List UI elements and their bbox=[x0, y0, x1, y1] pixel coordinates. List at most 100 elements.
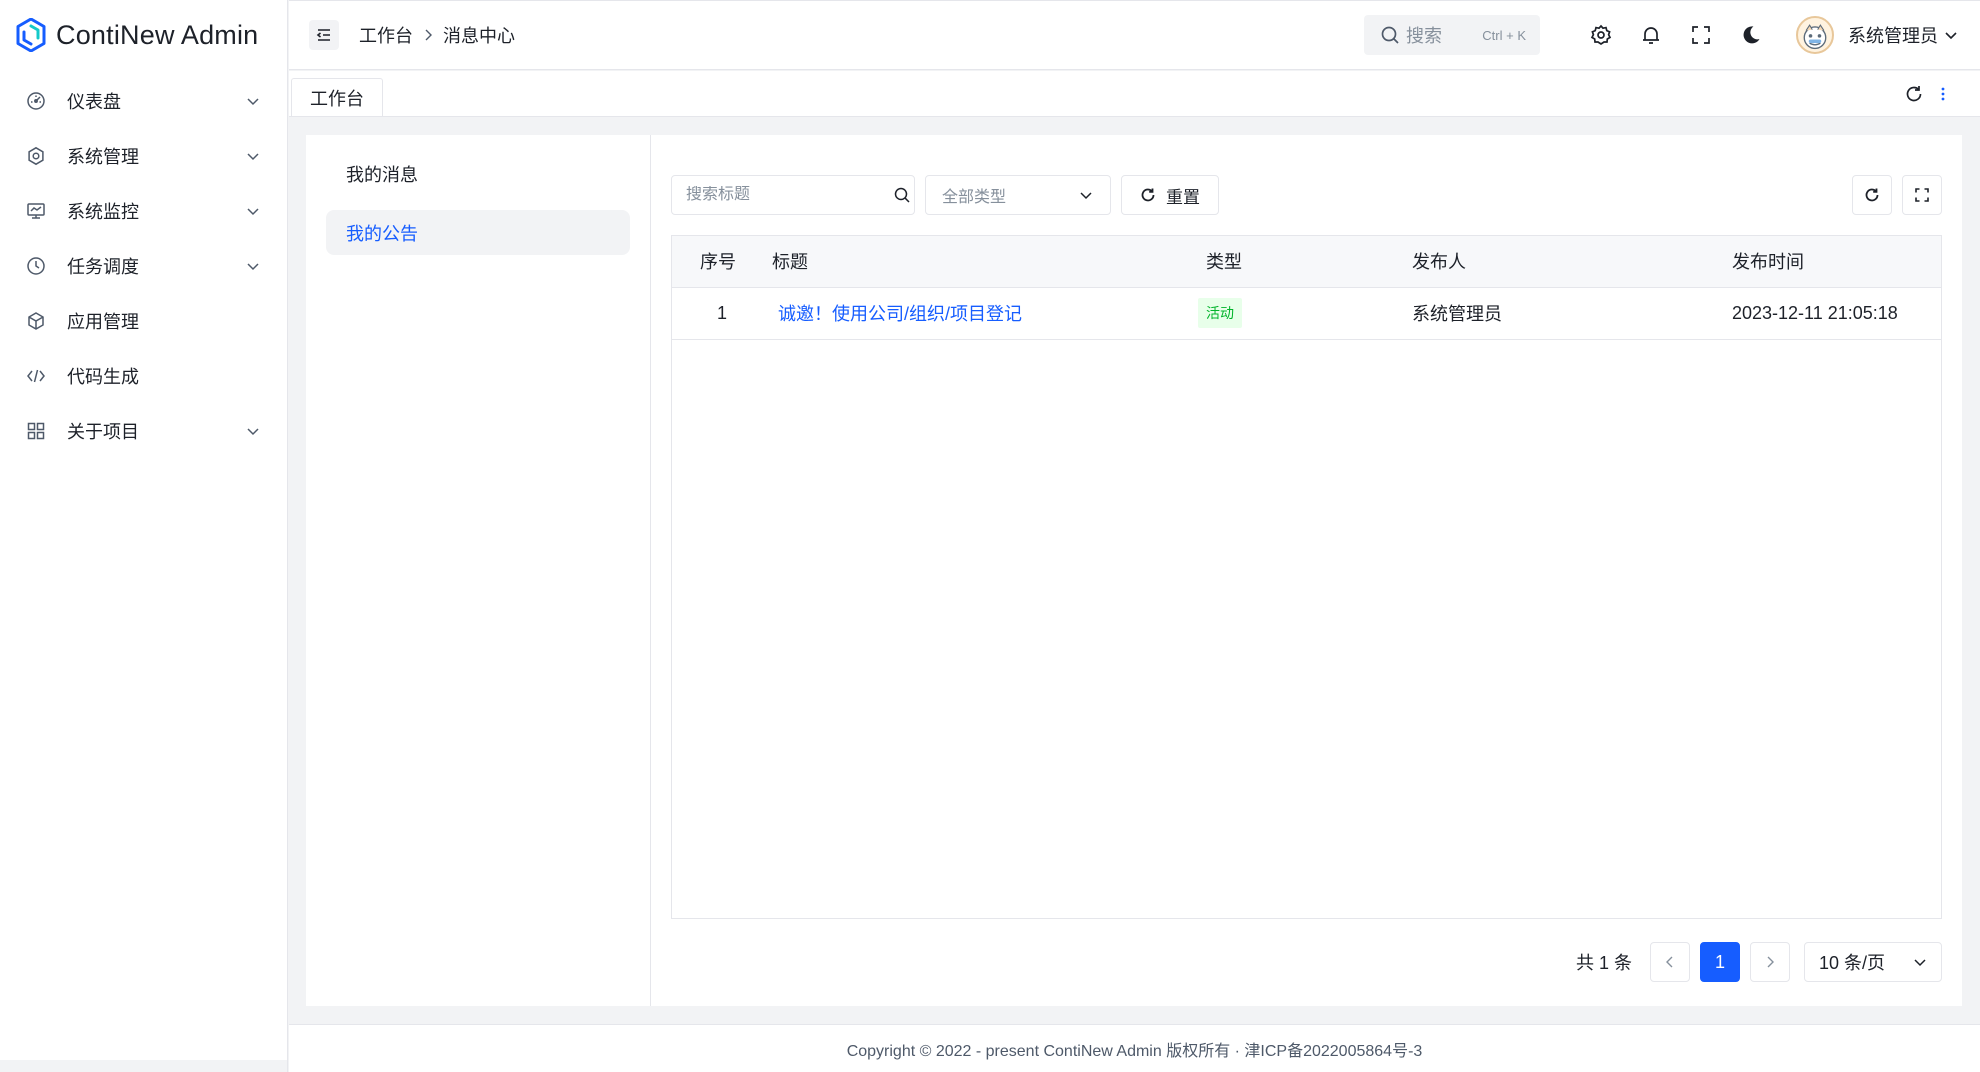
chevron-down-icon bbox=[245, 258, 261, 274]
clock-icon bbox=[26, 256, 46, 276]
tab-actions bbox=[1904, 71, 1980, 116]
top-header: 工作台 消息中心 搜索 Ctrl + K 系统管理员 bbox=[289, 0, 1980, 70]
breadcrumb: 工作台 消息中心 bbox=[359, 22, 515, 48]
user-avatar[interactable] bbox=[1796, 16, 1834, 54]
global-search-button[interactable]: 搜索 Ctrl + K bbox=[1364, 15, 1540, 55]
chevron-down-icon bbox=[245, 93, 261, 109]
table-row: 1 诚邀！使用公司/组织/项目登记 活动 系统管理员 2023-12-11 21… bbox=[672, 287, 1941, 340]
fullscreen-icon[interactable] bbox=[1690, 24, 1712, 46]
cell-publisher: 系统管理员 bbox=[1412, 287, 1732, 340]
app-logo[interactable]: ContiNew Admin bbox=[0, 0, 287, 70]
header-actions: 搜索 Ctrl + K 系统管理员 bbox=[1364, 1, 1980, 69]
sidebar-item-system[interactable]: 系统管理 bbox=[0, 128, 287, 183]
type-select-placeholder: 全部类型 bbox=[942, 189, 1007, 206]
sidebar-item-label: 关于项目 bbox=[67, 421, 139, 442]
refresh-icon[interactable] bbox=[1904, 84, 1924, 104]
more-vertical-icon[interactable] bbox=[1936, 84, 1950, 104]
collapse-sidebar-button[interactable] bbox=[309, 20, 339, 50]
type-select[interactable]: 全部类型 bbox=[925, 175, 1111, 215]
sidebar-item-label: 应用管理 bbox=[67, 311, 139, 332]
moon-icon[interactable] bbox=[1740, 24, 1762, 46]
sidebar-item-monitor[interactable]: 系统监控 bbox=[0, 183, 287, 238]
nav-item-label: 我的消息 bbox=[346, 164, 418, 185]
notice-list-panel: 全部类型 重置 bbox=[651, 135, 1962, 1006]
notice-table: 序号 标题 类型 发布人 发布时间 1 诚邀！使用公司/组织/项目登记 活动 系… bbox=[671, 235, 1942, 919]
breadcrumb-item-message-center: 消息中心 bbox=[443, 26, 515, 46]
type-badge: 活动 bbox=[1198, 298, 1242, 328]
sidebar-menu: 仪表盘 系统管理 系统监控 任务调度 应用管理 代码生成 关于项目 bbox=[0, 73, 287, 458]
column-header-title: 标题 bbox=[772, 236, 1206, 288]
cube-icon bbox=[26, 311, 46, 331]
notice-title-link[interactable]: 诚邀！使用公司/组织/项目登记 bbox=[772, 304, 1022, 324]
column-header-published-at: 发布时间 bbox=[1732, 236, 1941, 288]
chevron-down-icon bbox=[245, 203, 261, 219]
monitor-icon bbox=[26, 201, 46, 221]
search-shortcut: Ctrl + K bbox=[1482, 27, 1526, 43]
chevron-right-icon bbox=[421, 28, 435, 42]
chevron-down-icon[interactable] bbox=[1944, 28, 1958, 42]
menu-fold-icon bbox=[315, 26, 333, 44]
sidebar-item-label: 代码生成 bbox=[67, 366, 139, 387]
page-size-label: 10 条/页 bbox=[1819, 953, 1886, 973]
prev-page-button[interactable] bbox=[1650, 942, 1690, 982]
refresh-icon bbox=[1864, 187, 1880, 203]
search-icon bbox=[1380, 25, 1400, 45]
table-refresh-button[interactable] bbox=[1852, 175, 1892, 215]
sidebar-item-about[interactable]: 关于项目 bbox=[0, 403, 287, 458]
code-icon bbox=[26, 366, 46, 386]
search-label: 搜索 bbox=[1406, 26, 1442, 46]
sidebar-item-schedule[interactable]: 任务调度 bbox=[0, 238, 287, 293]
column-header-publisher: 发布人 bbox=[1412, 236, 1732, 288]
nav-item-label: 我的公告 bbox=[346, 223, 418, 244]
message-nav: 我的消息 我的公告 bbox=[306, 135, 651, 1006]
settings-icon bbox=[26, 146, 46, 166]
sidebar-item-label: 系统监控 bbox=[67, 201, 139, 222]
apps-icon bbox=[26, 421, 46, 441]
sidebar-item-codegen[interactable]: 代码生成 bbox=[0, 348, 287, 403]
table-header-row: 序号 标题 类型 发布人 发布时间 bbox=[672, 236, 1941, 288]
sidebar: ContiNew Admin 仪表盘 系统管理 系统监控 任务调度 应用管理 代… bbox=[0, 0, 288, 1072]
reset-button-label: 重置 bbox=[1166, 187, 1200, 207]
sidebar-item-label: 仪表盘 bbox=[67, 91, 121, 112]
column-header-index: 序号 bbox=[672, 236, 772, 288]
cell-index: 1 bbox=[672, 287, 772, 340]
tab-workbench[interactable]: 工作台 bbox=[291, 78, 383, 116]
cell-published-at: 2023-12-11 21:05:18 bbox=[1732, 287, 1941, 340]
pagination-total: 共 1 条 bbox=[1575, 953, 1632, 973]
settings-gear-icon[interactable] bbox=[1590, 24, 1612, 46]
next-page-button[interactable] bbox=[1750, 942, 1790, 982]
pagination: 共 1 条 1 10 条/页 bbox=[1576, 942, 1942, 982]
chevron-down-icon bbox=[1913, 955, 1927, 969]
nav-item-my-notices[interactable]: 我的公告 bbox=[326, 210, 630, 255]
chevron-right-icon bbox=[1763, 955, 1777, 969]
search-icon[interactable] bbox=[893, 186, 911, 204]
message-center-panel: 我的消息 我的公告 全部类型 重置 bbox=[306, 135, 1962, 1006]
sidebar-item-label: 系统管理 bbox=[67, 146, 139, 167]
sidebar-item-apps[interactable]: 应用管理 bbox=[0, 293, 287, 348]
table-fullscreen-button[interactable] bbox=[1902, 175, 1942, 215]
nav-item-my-messages[interactable]: 我的消息 bbox=[326, 151, 630, 196]
chevron-down-icon bbox=[1078, 187, 1094, 203]
breadcrumb-item-workbench[interactable]: 工作台 bbox=[359, 22, 413, 48]
sidebar-scroll-track bbox=[0, 1060, 287, 1072]
copyright-text: Copyright © 2022 - present ContiNew Admi… bbox=[846, 1042, 1423, 1060]
user-name[interactable]: 系统管理员 bbox=[1848, 22, 1938, 48]
tab-bar: 工作台 bbox=[289, 71, 1980, 117]
fullscreen-icon bbox=[1914, 187, 1930, 203]
column-header-type: 类型 bbox=[1206, 236, 1412, 288]
page-button-current[interactable]: 1 bbox=[1700, 942, 1740, 982]
sidebar-item-label: 任务调度 bbox=[67, 256, 139, 277]
page-size-select[interactable]: 10 条/页 bbox=[1804, 942, 1942, 982]
title-search-input[interactable] bbox=[686, 186, 893, 204]
logo-icon bbox=[16, 18, 46, 52]
reset-button[interactable]: 重置 bbox=[1121, 175, 1219, 215]
dashboard-icon bbox=[26, 91, 46, 111]
bell-icon[interactable] bbox=[1640, 24, 1662, 46]
app-title: ContiNew Admin bbox=[56, 19, 259, 50]
chevron-down-icon bbox=[245, 423, 261, 439]
refresh-icon bbox=[1140, 187, 1156, 203]
sidebar-item-dashboard[interactable]: 仪表盘 bbox=[0, 73, 287, 128]
chevron-left-icon bbox=[1663, 955, 1677, 969]
table-tools bbox=[1842, 175, 1942, 215]
page-footer: Copyright © 2022 - present ContiNew Admi… bbox=[289, 1024, 1980, 1072]
